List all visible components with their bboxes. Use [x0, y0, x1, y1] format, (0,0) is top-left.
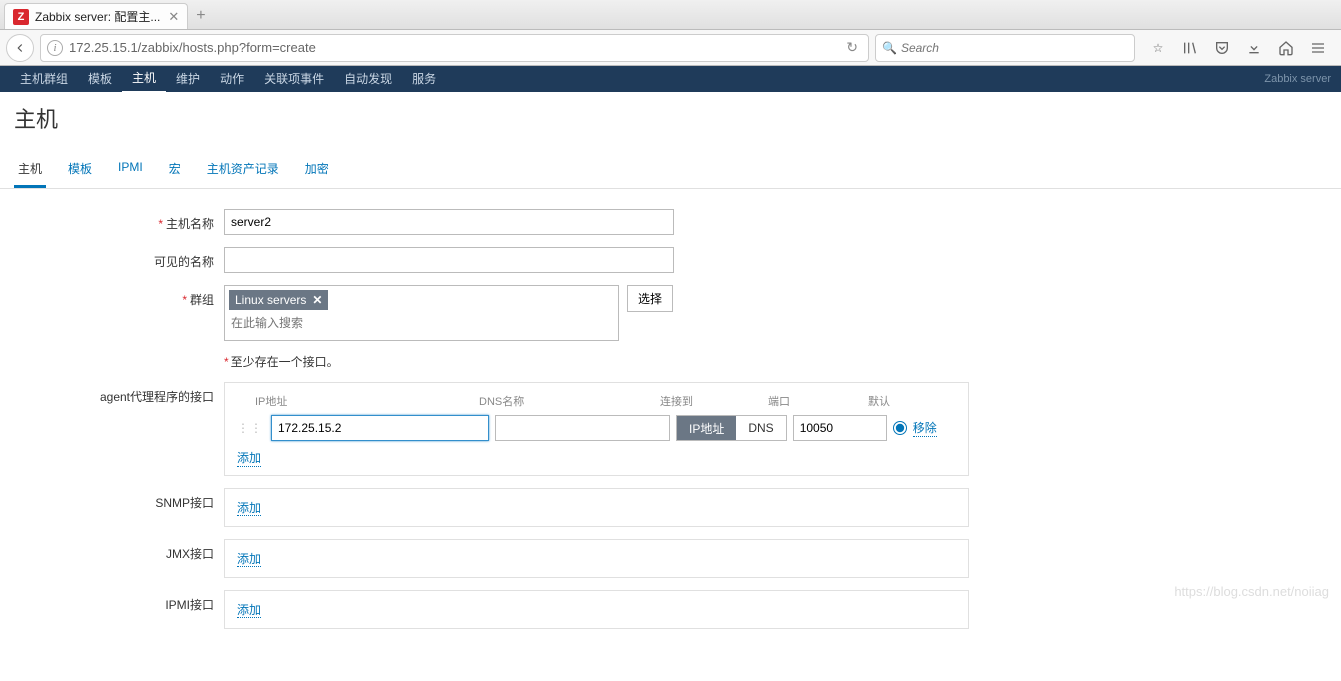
- host-form: *主机名称 可见的名称 *群组 Linux servers ✕ 选择 *至少存在…: [0, 189, 1341, 681]
- nav-actions[interactable]: 动作: [210, 66, 254, 92]
- subtabs: 主机 模板 IPMI 宏 主机资产记录 加密: [0, 152, 1341, 189]
- browser-tab[interactable]: Z Zabbix server: 配置主... ✕: [4, 3, 188, 29]
- new-tab-button[interactable]: +: [188, 3, 213, 29]
- label-ipmi-interface: IPMI接口: [14, 590, 224, 613]
- connect-to-toggle: IP地址 DNS: [676, 415, 787, 441]
- nav-maintenance[interactable]: 维护: [166, 66, 210, 92]
- close-tab-icon[interactable]: ✕: [168, 9, 179, 25]
- info-icon[interactable]: i: [47, 40, 63, 56]
- nav-hostgroups[interactable]: 主机群组: [10, 66, 78, 92]
- select-groups-button[interactable]: 选择: [627, 285, 673, 312]
- page-title: 主机: [0, 92, 1341, 152]
- label-snmp-interface: SNMP接口: [14, 488, 224, 511]
- agent-interface-box: IP地址 DNS名称 连接到 端口 默认 ⋮⋮ IP地址 DNS: [224, 382, 969, 476]
- jmx-interface-box: 添加: [224, 539, 969, 578]
- snmp-add-link[interactable]: 添加: [237, 501, 261, 516]
- jmx-add-link[interactable]: 添加: [237, 552, 261, 567]
- snmp-interface-box: 添加: [224, 488, 969, 527]
- zabbix-favicon: Z: [13, 9, 29, 25]
- agent-remove-link[interactable]: 移除: [913, 419, 937, 437]
- hdr-connect: 连接到: [660, 393, 768, 409]
- search-box[interactable]: 🔍: [875, 34, 1135, 62]
- arrow-left-icon: [13, 41, 27, 55]
- agent-port-input[interactable]: [793, 415, 887, 441]
- home-icon[interactable]: [1277, 39, 1295, 57]
- agent-interface-row: ⋮⋮ IP地址 DNS 移除: [237, 415, 956, 441]
- nav-correlation[interactable]: 关联项事件: [254, 66, 334, 92]
- reload-icon[interactable]: ↻: [842, 39, 862, 56]
- library-icon[interactable]: [1181, 39, 1199, 57]
- group-search-input[interactable]: [229, 314, 614, 332]
- agent-default-radio[interactable]: [893, 421, 907, 435]
- label-agent-interface: agent代理程序的接口: [14, 382, 224, 405]
- tab-macros[interactable]: 宏: [165, 152, 185, 188]
- nav-services[interactable]: 服务: [402, 66, 446, 92]
- downloads-icon[interactable]: [1245, 39, 1263, 57]
- nav-discovery[interactable]: 自动发现: [334, 66, 402, 92]
- groups-multiselect[interactable]: Linux servers ✕: [224, 285, 619, 341]
- label-jmx-interface: JMX接口: [14, 539, 224, 562]
- toolbar-icons: ☆: [1141, 39, 1335, 57]
- drag-handle-icon[interactable]: ⋮⋮: [237, 421, 265, 435]
- hdr-port: 端口: [768, 393, 868, 409]
- hdr-ip: IP地址: [255, 393, 479, 409]
- menu-icon[interactable]: [1309, 39, 1327, 57]
- agent-add-link[interactable]: 添加: [237, 449, 261, 467]
- group-tag-linux-servers[interactable]: Linux servers ✕: [229, 290, 328, 310]
- browser-tab-strip: Z Zabbix server: 配置主... ✕ +: [0, 0, 1341, 30]
- tab-inventory[interactable]: 主机资产记录: [203, 152, 283, 188]
- interface-hint: *至少存在一个接口。: [224, 353, 1327, 370]
- visible-name-input[interactable]: [224, 247, 674, 273]
- nav-hosts[interactable]: 主机: [122, 65, 166, 93]
- address-bar: i ↻ 🔍 ☆: [0, 30, 1341, 66]
- search-icon: 🔍: [882, 41, 897, 55]
- agent-dns-input[interactable]: [495, 415, 670, 441]
- remove-tag-icon[interactable]: ✕: [312, 293, 322, 307]
- connect-ip-button[interactable]: IP地址: [677, 416, 736, 440]
- connect-dns-button[interactable]: DNS: [736, 416, 785, 440]
- interface-header: IP地址 DNS名称 连接到 端口 默认: [237, 393, 956, 409]
- label-groups: *群组: [14, 285, 224, 308]
- nav-templates[interactable]: 模板: [78, 66, 122, 92]
- hdr-default: 默认: [868, 393, 890, 409]
- label-visible-name: 可见的名称: [14, 247, 224, 270]
- brand-label: Zabbix server: [1264, 73, 1331, 85]
- tab-ipmi[interactable]: IPMI: [114, 152, 147, 188]
- ipmi-interface-box: 添加: [224, 590, 969, 629]
- agent-ip-input[interactable]: [271, 415, 489, 441]
- tab-title: Zabbix server: 配置主...: [35, 8, 160, 25]
- hostname-input[interactable]: [224, 209, 674, 235]
- zabbix-nav: 主机群组 模板 主机 维护 动作 关联项事件 自动发现 服务 Zabbix se…: [0, 66, 1341, 92]
- back-button[interactable]: [6, 34, 34, 62]
- tab-encryption[interactable]: 加密: [301, 152, 333, 188]
- url-input[interactable]: [69, 40, 842, 55]
- search-input[interactable]: [901, 41, 1128, 55]
- tab-host[interactable]: 主机: [14, 152, 46, 188]
- bookmark-icon[interactable]: ☆: [1149, 39, 1167, 57]
- tab-templates[interactable]: 模板: [64, 152, 96, 188]
- group-tag-label: Linux servers: [235, 293, 306, 307]
- hdr-dns: DNS名称: [479, 393, 660, 409]
- pocket-icon[interactable]: [1213, 39, 1231, 57]
- url-box[interactable]: i ↻: [40, 34, 869, 62]
- label-hostname: *主机名称: [14, 209, 224, 232]
- ipmi-add-link[interactable]: 添加: [237, 603, 261, 618]
